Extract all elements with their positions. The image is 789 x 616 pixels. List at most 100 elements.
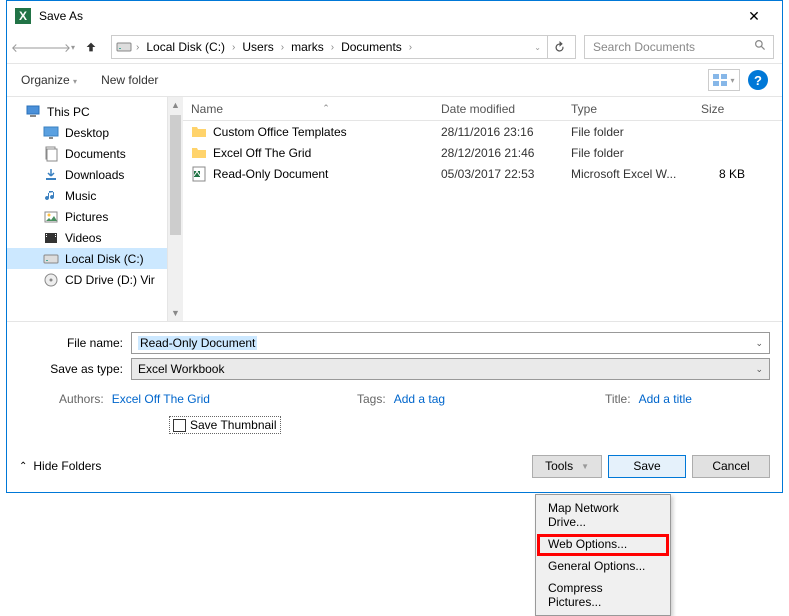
disk-icon — [116, 39, 132, 55]
menu-item-web-options[interactable]: Web Options... — [538, 533, 668, 555]
search-input[interactable] — [591, 39, 754, 55]
breadcrumb-dropdown-icon[interactable]: ⌄ — [534, 43, 541, 52]
file-type: File folder — [563, 146, 693, 160]
hide-folders-button[interactable]: ⌃ Hide Folders — [19, 459, 101, 473]
documents-icon — [43, 146, 59, 162]
up-button[interactable] — [79, 35, 103, 59]
excel-file-icon: X — [191, 166, 207, 182]
sidebar-item-pictures[interactable]: Pictures — [7, 206, 167, 227]
filename-label: File name: — [19, 336, 131, 350]
breadcrumb-separator: › — [134, 42, 141, 53]
downloads-icon — [43, 167, 59, 183]
main-area: This PC Desktop Documents Downloads Musi… — [7, 97, 782, 321]
help-button[interactable]: ? — [748, 70, 768, 90]
save-form: File name: Read-Only Document ⌄ Save as … — [7, 321, 782, 447]
tags-label: Tags: — [357, 392, 386, 406]
save-as-dialog: X Save As ✕ 🡐 🡒 ▾ › Local Disk (C:) › Us… — [6, 0, 783, 493]
tags-value[interactable]: Add a tag — [394, 392, 445, 406]
sidebar-item-localdisk[interactable]: Local Disk (C:) — [7, 248, 167, 269]
svg-text:X: X — [19, 9, 27, 23]
file-name: Custom Office Templates — [213, 125, 347, 139]
new-folder-button[interactable]: New folder — [101, 73, 158, 87]
save-button[interactable]: Save — [608, 455, 686, 478]
breadcrumb-separator: › — [230, 42, 237, 53]
sidebar-label: Local Disk (C:) — [65, 252, 144, 266]
column-size[interactable]: Size — [693, 102, 753, 116]
savetype-dropdown[interactable]: Excel Workbook ⌄ — [131, 358, 770, 380]
sidebar-label: Documents — [65, 147, 126, 161]
file-type: File folder — [563, 125, 693, 139]
sidebar-item-thispc[interactable]: This PC — [7, 101, 167, 122]
close-button[interactable]: ✕ — [734, 8, 774, 25]
chevron-down-icon[interactable]: ⌄ — [755, 338, 763, 349]
title-label: Title: — [605, 392, 631, 406]
navigation-bar: 🡐 🡒 ▾ › Local Disk (C:) › Users › marks … — [7, 31, 782, 63]
save-thumbnail-checkbox[interactable]: Save Thumbnail — [169, 416, 281, 434]
desktop-icon — [43, 125, 59, 141]
organize-menu[interactable]: Organize ▾ — [21, 73, 77, 87]
file-list: Name⌃ Date modified Type Size Custom Off… — [183, 97, 782, 321]
file-date: 28/12/2016 21:46 — [433, 146, 563, 160]
file-date: 28/11/2016 23:16 — [433, 125, 563, 139]
chevron-down-icon: ▼ — [581, 462, 589, 471]
sidebar-item-cddrive[interactable]: CD Drive (D:) Vir — [7, 269, 167, 290]
column-name[interactable]: Name⌃ — [183, 102, 433, 116]
refresh-button[interactable] — [547, 35, 571, 59]
sidebar-item-videos[interactable]: Videos — [7, 227, 167, 248]
breadcrumb-segment[interactable]: Users — [239, 40, 276, 54]
column-date[interactable]: Date modified — [433, 102, 563, 116]
folder-icon — [191, 124, 207, 140]
search-box[interactable] — [584, 35, 774, 59]
videos-icon — [43, 230, 59, 246]
authors-value[interactable]: Excel Off The Grid — [112, 392, 210, 406]
sidebar-scrollbar[interactable]: ▲ ▼ — [167, 97, 183, 321]
command-bar: Organize ▾ New folder ▾ ? — [7, 63, 782, 97]
file-row[interactable]: XRead-Only Document 05/03/2017 22:53 Mic… — [183, 163, 782, 184]
sidebar-label: Music — [65, 189, 96, 203]
scroll-up-icon[interactable]: ▲ — [168, 97, 183, 113]
button-row: ⌃ Hide Folders Tools ▼ Save Cancel — [7, 447, 782, 486]
tools-dropdown-menu: Map Network Drive... Web Options... Gene… — [535, 494, 671, 616]
breadcrumb-segment[interactable]: Documents — [338, 40, 405, 54]
menu-item-map-network-drive[interactable]: Map Network Drive... — [538, 497, 668, 533]
menu-item-general-options[interactable]: General Options... — [538, 555, 668, 577]
forward-button[interactable]: 🡒 — [43, 35, 67, 59]
titlebar: X Save As ✕ — [7, 1, 782, 31]
music-icon — [43, 188, 59, 204]
chevron-up-icon: ⌃ — [19, 461, 27, 472]
file-list-header: Name⌃ Date modified Type Size — [183, 97, 782, 121]
chevron-down-icon[interactable]: ⌄ — [755, 364, 763, 375]
tools-button[interactable]: Tools ▼ — [532, 455, 602, 478]
file-row[interactable]: Custom Office Templates 28/11/2016 23:16… — [183, 121, 782, 142]
navigation-pane: This PC Desktop Documents Downloads Musi… — [7, 97, 167, 321]
history-dropdown-icon[interactable]: ▾ — [71, 43, 75, 52]
sidebar-item-music[interactable]: Music — [7, 185, 167, 206]
pictures-icon — [43, 209, 59, 225]
breadcrumb-segment[interactable]: Local Disk (C:) — [143, 40, 228, 54]
view-mode-button[interactable]: ▾ — [708, 69, 740, 91]
sidebar-label: Downloads — [65, 168, 124, 182]
window-title: Save As — [39, 9, 734, 23]
breadcrumb[interactable]: › Local Disk (C:) › Users › marks › Docu… — [111, 35, 576, 59]
checkbox-box — [173, 419, 186, 432]
excel-app-icon: X — [15, 8, 31, 24]
authors-label: Authors: — [59, 392, 104, 406]
savetype-label: Save as type: — [19, 362, 131, 376]
back-button[interactable]: 🡐 — [15, 35, 39, 59]
sidebar-item-documents[interactable]: Documents — [7, 143, 167, 164]
title-value[interactable]: Add a title — [639, 392, 692, 406]
sidebar-item-downloads[interactable]: Downloads — [7, 164, 167, 185]
cancel-button[interactable]: Cancel — [692, 455, 770, 478]
scrollbar-thumb[interactable] — [170, 115, 181, 235]
sidebar-label: Desktop — [65, 126, 109, 140]
file-row[interactable]: Excel Off The Grid 28/12/2016 21:46 File… — [183, 142, 782, 163]
breadcrumb-segment[interactable]: marks — [288, 40, 327, 54]
scroll-down-icon[interactable]: ▼ — [168, 305, 183, 321]
file-date: 05/03/2017 22:53 — [433, 167, 563, 181]
column-type[interactable]: Type — [563, 102, 693, 116]
sidebar-label: Pictures — [65, 210, 108, 224]
filename-input[interactable]: Read-Only Document ⌄ — [131, 332, 770, 354]
menu-item-compress-pictures[interactable]: Compress Pictures... — [538, 577, 668, 613]
breadcrumb-separator: › — [329, 42, 336, 53]
sidebar-item-desktop[interactable]: Desktop — [7, 122, 167, 143]
